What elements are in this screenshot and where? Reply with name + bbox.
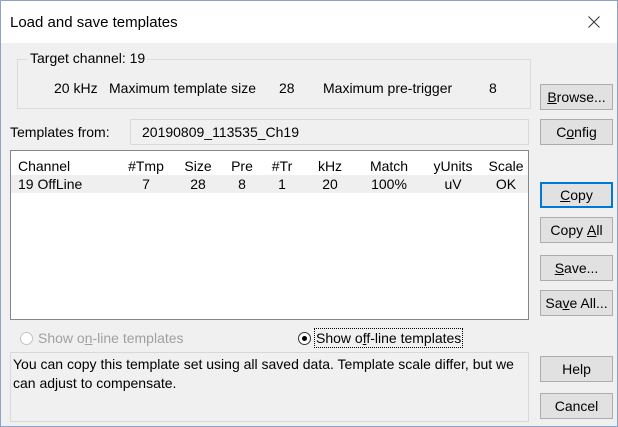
save-all-label-post: e All... (569, 295, 608, 311)
config-label-key: o (566, 124, 575, 140)
title-bar: Load and save templates (1, 1, 617, 43)
online-label-pre: Show o (38, 330, 85, 346)
close-button[interactable] (571, 1, 617, 43)
copy-all-label-pre: Copy (550, 222, 587, 238)
copy-button[interactable]: Copy (540, 182, 613, 208)
column-header[interactable]: #Tr (261, 158, 303, 174)
help-label: Help (562, 361, 591, 377)
window-title: Load and save templates (10, 14, 178, 31)
table-cell: 100% (371, 176, 407, 192)
list-header: Channel #Tmp Size Pre #Tr kHz Match yUni… (11, 157, 528, 175)
offline-label-pre: Show o (316, 330, 363, 346)
save-label-post: ave... (564, 260, 599, 276)
column-header[interactable]: Channel (18, 158, 70, 174)
online-label-key: n (84, 330, 93, 346)
column-header[interactable]: yUnits (421, 158, 485, 174)
copy-all-label-key: A (587, 222, 597, 238)
table-cell: 28 (190, 176, 206, 192)
save-button[interactable]: Save... (540, 255, 613, 281)
table-cell: 19 OffLine (18, 176, 83, 192)
table-cell: 1 (278, 176, 286, 192)
table-cell: 7 (142, 176, 150, 192)
save-label-key: S (554, 260, 565, 276)
copy-label-key: C (560, 187, 571, 203)
radio-circle-icon (20, 331, 33, 345)
load-save-templates-dialog: Load and save templates Target channel: … (0, 0, 618, 427)
cancel-label: Cancel (554, 398, 599, 414)
show-offline-radio[interactable]: Show off-line templates (298, 328, 464, 348)
save-all-button[interactable]: Sa v e All... (540, 290, 613, 316)
column-header[interactable]: Match (357, 158, 421, 174)
radio-checked-icon (298, 331, 311, 345)
max-template-value: 28 (279, 80, 295, 96)
copy-all-button[interactable]: Copy All (540, 217, 613, 243)
column-header[interactable]: #Tmp (119, 158, 173, 174)
browse-label-post: rowse... (556, 89, 606, 105)
browse-button[interactable]: Browse... (540, 84, 613, 110)
show-online-radio[interactable]: Show on-line templates (20, 330, 184, 346)
table-row[interactable]: 19 OffLine 7 28 8 1 20 100% uV OK (11, 175, 528, 193)
save-all-label-key: v (562, 295, 570, 311)
column-header[interactable]: Scale (485, 158, 527, 174)
table-cell: uV (444, 176, 462, 192)
config-label-post: nfig (574, 124, 597, 140)
table-cell: OK (495, 176, 517, 192)
config-label-pre: C (556, 124, 567, 140)
templates-from-field: 20190809_113535_Ch19 (130, 119, 529, 145)
column-header[interactable]: kHz (303, 158, 357, 174)
help-button[interactable]: Help (540, 356, 613, 382)
online-label-post: -line templates (92, 330, 184, 346)
column-header[interactable]: Pre (223, 158, 261, 174)
copy-label-post: opy (570, 187, 593, 203)
close-icon (588, 16, 600, 28)
show-online-label: Show on-line templates (38, 330, 184, 346)
table-cell: 8 (238, 176, 246, 192)
save-all-label-pre: Sa (545, 295, 563, 311)
templates-from-label: Templates from: (10, 124, 110, 140)
config-button[interactable]: Co nfig (540, 119, 613, 145)
max-pretrigger-value: 8 (489, 80, 497, 96)
target-khz: 20 kHz (54, 80, 98, 96)
template-list[interactable]: Channel #Tmp Size Pre #Tr kHz Match yUni… (10, 150, 529, 320)
copy-all-label-post: ll (596, 222, 603, 238)
offline-label-post: f-line templates (366, 330, 462, 346)
cancel-button[interactable]: Cancel (540, 393, 613, 419)
max-template-label: Maximum template size (109, 80, 257, 96)
target-channel-legend: Target channel: 19 (28, 50, 148, 66)
browse-label-key: B (547, 89, 557, 105)
max-pretrigger-label: Maximum pre-trigger (323, 80, 453, 96)
column-header[interactable]: Size (173, 158, 223, 174)
table-cell: 20 (322, 176, 338, 192)
info-message: You can copy this template set using all… (10, 352, 529, 422)
show-offline-label: Show off-line templates (313, 328, 464, 348)
